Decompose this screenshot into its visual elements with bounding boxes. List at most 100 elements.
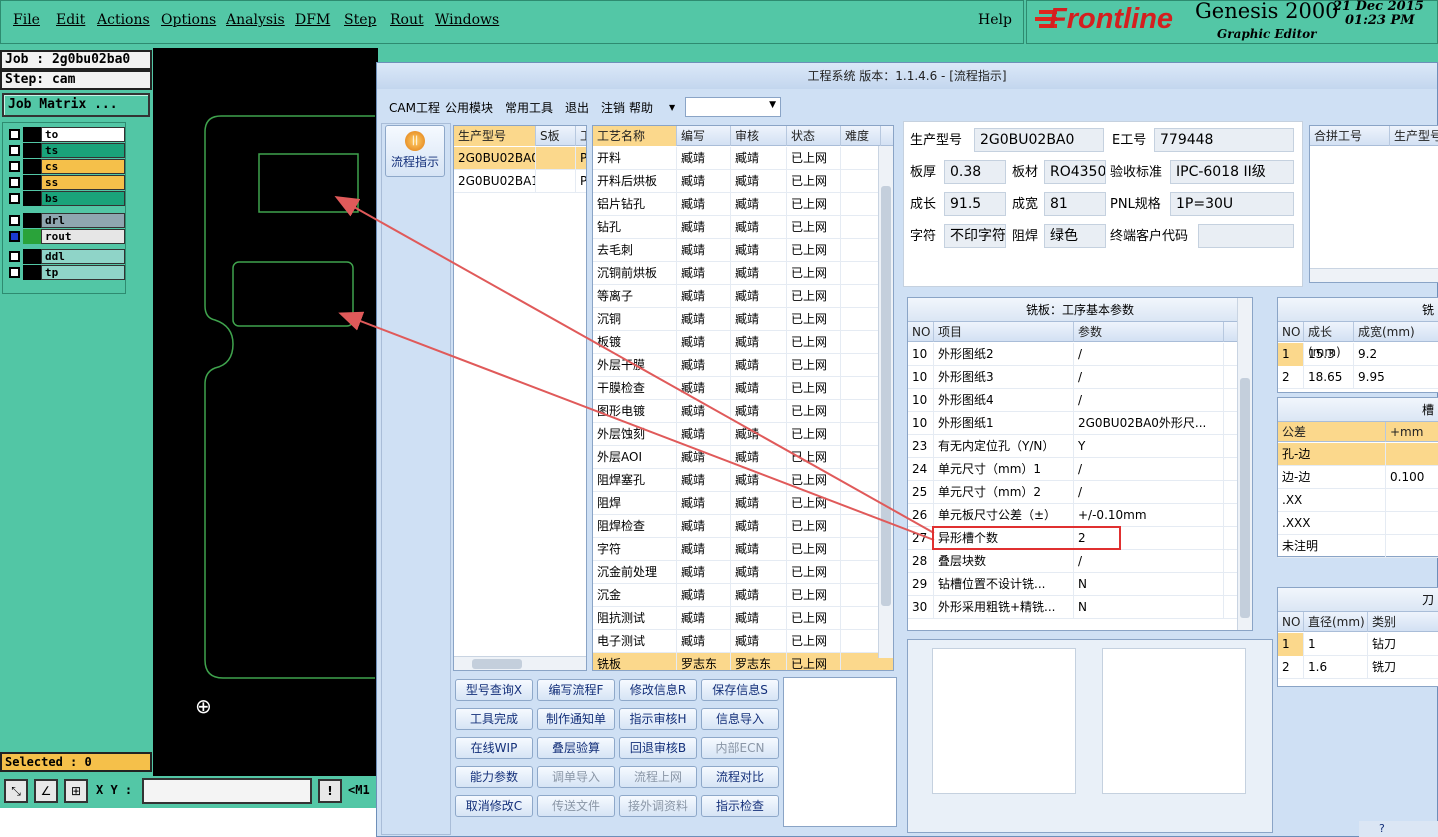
info-mat[interactable]: RO4350B bbox=[1044, 160, 1106, 184]
action-button[interactable]: 取消修改C bbox=[455, 795, 533, 817]
graphic-canvas[interactable]: ⊕ bbox=[153, 48, 378, 776]
action-button[interactable]: 调单导入 bbox=[537, 766, 615, 788]
toolbar-combo[interactable]: ▼ bbox=[685, 97, 781, 117]
grid-icon[interactable]: ⊞ bbox=[64, 779, 88, 803]
column-header[interactable]: 编写 bbox=[677, 126, 731, 146]
table-row[interactable]: 27 异形槽个数 2 bbox=[908, 527, 1238, 550]
column-header[interactable]: +mm bbox=[1386, 422, 1438, 442]
scroll-thumb[interactable] bbox=[1240, 378, 1250, 618]
column-header[interactable]: 项目 bbox=[934, 322, 1074, 342]
toolbar-more-icon[interactable]: ▼ bbox=[669, 103, 675, 112]
zoom-area-icon[interactable]: ⤡ bbox=[4, 779, 28, 803]
table-row[interactable]: 铣板 罗志东 罗志东 已上网 bbox=[593, 653, 893, 670]
info-cust[interactable] bbox=[1198, 224, 1294, 248]
action-button[interactable]: 指示审核H bbox=[619, 708, 697, 730]
info-thick[interactable]: 0.38 bbox=[944, 160, 1006, 184]
menu-analysis[interactable]: Analysis bbox=[226, 12, 285, 28]
menu-rout[interactable]: Rout bbox=[390, 12, 424, 28]
layer-row-ddl[interactable]: ddl bbox=[7, 249, 125, 264]
toolbar-item-0[interactable]: CAM工程 bbox=[389, 99, 440, 116]
table-row[interactable]: 未注明 bbox=[1278, 535, 1438, 558]
table-row[interactable]: 26 单元板尺寸公差（±） +/-0.10mm bbox=[908, 504, 1238, 527]
column-header[interactable]: 参数 bbox=[1074, 322, 1224, 342]
layer-checkbox[interactable] bbox=[9, 193, 20, 204]
column-header[interactable]: 合拼工号 bbox=[1310, 126, 1390, 146]
action-button[interactable]: 指示检查 bbox=[701, 795, 779, 817]
model-remark-text[interactable] bbox=[1102, 648, 1246, 794]
column-header[interactable]: 审核 bbox=[731, 126, 787, 146]
info-e[interactable]: 779448 bbox=[1154, 128, 1294, 152]
info-std[interactable]: IPC-6018 II级 bbox=[1170, 160, 1294, 184]
layer-row-drl[interactable]: drl bbox=[7, 213, 125, 228]
table-row[interactable]: 干膜检查 臧靖 臧靖 已上网 bbox=[593, 377, 893, 400]
layer-checkbox[interactable] bbox=[9, 161, 20, 172]
info-pnl[interactable]: 1P=30U bbox=[1170, 192, 1294, 216]
action-button[interactable]: 叠层验算 bbox=[537, 737, 615, 759]
action-button[interactable]: 流程上网 bbox=[619, 766, 697, 788]
column-header[interactable]: 成长(mm) bbox=[1304, 322, 1354, 359]
table-row[interactable]: 电子测试 臧靖 臧靖 已上网 bbox=[593, 630, 893, 653]
action-button[interactable]: 传送文件 bbox=[537, 795, 615, 817]
action-button[interactable]: 编写流程F bbox=[537, 679, 615, 701]
table-row[interactable]: 28 叠层块数 / bbox=[908, 550, 1238, 573]
info-wid[interactable]: 81 bbox=[1044, 192, 1106, 216]
action-button[interactable]: 保存信息S bbox=[701, 679, 779, 701]
combine-hscrollbar[interactable] bbox=[1310, 268, 1438, 282]
action-button[interactable]: 能力参数 bbox=[455, 766, 533, 788]
table-row[interactable]: .XXX bbox=[1278, 512, 1438, 535]
help-icon[interactable]: ? bbox=[1379, 822, 1385, 835]
table-row[interactable]: 沉铜 臧靖 臧靖 已上网 bbox=[593, 308, 893, 331]
table-row[interactable]: 沉金 臧靖 臧靖 已上网 bbox=[593, 584, 893, 607]
menu-actions[interactable]: Actions bbox=[97, 12, 150, 28]
toolbar-item-5[interactable]: 帮助 bbox=[629, 99, 653, 116]
action-button[interactable]: 流程对比 bbox=[701, 766, 779, 788]
info-mask[interactable]: 绿色 bbox=[1044, 224, 1106, 248]
menu-dfm[interactable]: DFM bbox=[295, 12, 330, 28]
table-row[interactable]: 开料 臧靖 臧靖 已上网 bbox=[593, 147, 893, 170]
job-matrix-button[interactable]: Job Matrix ... bbox=[2, 93, 150, 117]
table-row[interactable]: 沉铜前烘板 臧靖 臧靖 已上网 bbox=[593, 262, 893, 285]
layer-checkbox[interactable] bbox=[9, 251, 20, 262]
params-scrollbar[interactable] bbox=[1237, 298, 1252, 630]
menu-help[interactable]: Help bbox=[978, 12, 1012, 28]
table-row[interactable]: 字符 臧靖 臧靖 已上网 bbox=[593, 538, 893, 561]
toolbar-item-4[interactable]: 注销 bbox=[601, 99, 625, 116]
layer-checkbox[interactable] bbox=[9, 267, 20, 278]
table-row[interactable]: 外层AOI 臧靖 臧靖 已上网 bbox=[593, 446, 893, 469]
table-row[interactable]: 外层蚀刻 臧靖 臧靖 已上网 bbox=[593, 423, 893, 446]
action-button[interactable]: 内部ECN bbox=[701, 737, 779, 759]
column-header[interactable]: 生产型号 bbox=[454, 126, 536, 146]
table-row[interactable]: 2 18.65 9.95 bbox=[1278, 366, 1438, 389]
table-row[interactable]: 阻抗测试 臧靖 臧靖 已上网 bbox=[593, 607, 893, 630]
alert-icon[interactable]: ! bbox=[318, 779, 342, 803]
table-row[interactable]: 25 单元尺寸（mm）2/ bbox=[908, 481, 1238, 504]
action-button[interactable]: 在线WIP bbox=[455, 737, 533, 759]
layer-row-to[interactable]: to bbox=[7, 127, 125, 142]
table-row[interactable]: 23 有无内定位孔（Y/N） Y bbox=[908, 435, 1238, 458]
column-header[interactable]: 工艺名称 bbox=[593, 126, 677, 146]
layer-row-ss[interactable]: ss bbox=[7, 175, 125, 190]
column-header[interactable]: 生产型号 bbox=[1390, 126, 1438, 146]
column-header[interactable]: 成宽(mm) bbox=[1354, 322, 1438, 342]
column-header[interactable]: NO bbox=[1278, 322, 1304, 342]
toolbar-item-2[interactable]: 常用工具 bbox=[505, 99, 553, 116]
table-row[interactable]: 10 外形图纸2/ bbox=[908, 343, 1238, 366]
table-row[interactable]: 24 单元尺寸（mm）1/ bbox=[908, 458, 1238, 481]
action-button[interactable]: 接外调资料 bbox=[619, 795, 697, 817]
column-header[interactable]: NO bbox=[908, 322, 934, 342]
xy-input[interactable] bbox=[142, 778, 312, 804]
table-row[interactable]: 去毛刺 臧靖 臧靖 已上网 bbox=[593, 239, 893, 262]
table-row[interactable]: 钻孔 臧靖 臧靖 已上网 bbox=[593, 216, 893, 239]
layer-checkbox[interactable] bbox=[9, 145, 20, 156]
action-button[interactable]: 型号查询X bbox=[455, 679, 533, 701]
info-prod[interactable]: 2G0BU02BA0 bbox=[974, 128, 1104, 152]
layer-row-ts[interactable]: ts bbox=[7, 143, 125, 158]
column-header[interactable]: 难度 bbox=[841, 126, 881, 146]
layer-checkbox[interactable] bbox=[9, 129, 20, 140]
model-hscrollbar[interactable] bbox=[454, 656, 586, 670]
process-scrollbar[interactable] bbox=[878, 146, 893, 658]
layer-row-cs[interactable]: cs bbox=[7, 159, 125, 174]
menu-step[interactable]: Step bbox=[344, 12, 376, 28]
table-row[interactable]: 沉金前处理 臧靖 臧靖 已上网 bbox=[593, 561, 893, 584]
measure-icon[interactable]: ∠ bbox=[34, 779, 58, 803]
